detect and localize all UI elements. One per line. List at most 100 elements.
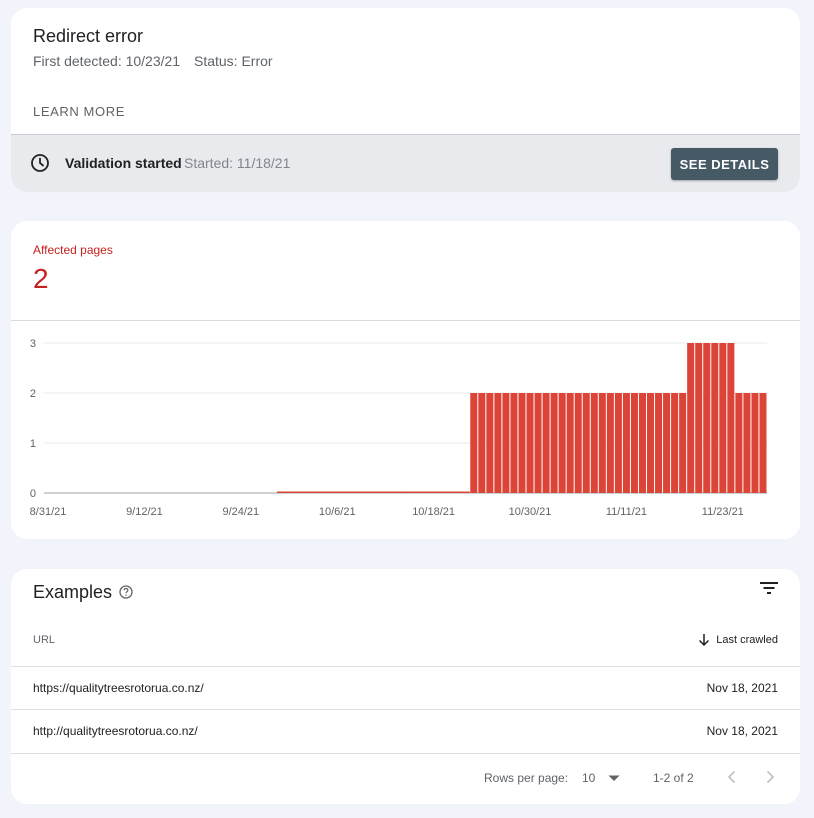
chart-bar — [293, 491, 302, 493]
table-row-url[interactable]: http://qualitytreesrotorua.co.nz/ — [33, 724, 198, 738]
chart-bar — [671, 393, 679, 493]
chart-bar — [341, 491, 350, 493]
table-row-date: Nov 18, 2021 — [706, 724, 778, 738]
chart-bar — [550, 393, 558, 493]
table-row-url[interactable]: https://qualitytreesrotorua.co.nz/ — [33, 681, 204, 695]
chart-bar — [598, 393, 606, 493]
chart-bar — [373, 491, 382, 493]
filter-icon[interactable] — [759, 580, 779, 596]
chart-bar — [743, 393, 751, 493]
affected-pages-card: Affected pages 2 0 1 2 3 8/31/21 9/12/21 9/24/… — [11, 221, 800, 539]
x-tick-label: 10/6/21 — [319, 506, 356, 518]
chart-bar — [759, 393, 767, 493]
chart-bar — [413, 491, 422, 493]
sort-arrow-down-icon[interactable] — [698, 633, 710, 647]
y-tick-label: 1 — [30, 438, 36, 450]
chart-bar — [534, 393, 542, 493]
column-header-last-crawled[interactable]: Last crawled — [716, 634, 778, 646]
chart-bar — [727, 343, 735, 493]
rows-per-page-select[interactable]: 10 — [582, 771, 595, 785]
chart-bar — [381, 491, 390, 493]
chart-bar — [622, 393, 630, 493]
validation-started-date: Started: 11/18/21 — [184, 155, 291, 171]
x-tick-label: 11/11/21 — [606, 506, 647, 518]
chart-bar — [638, 393, 646, 493]
chart-bar — [453, 491, 462, 493]
chart-bar — [325, 491, 334, 493]
chart-bar — [470, 393, 478, 493]
chart-bar — [437, 491, 446, 493]
chart-bar — [606, 393, 614, 493]
dropdown-arrow-icon[interactable] — [608, 775, 620, 782]
pagination-range: 1-2 of 2 — [653, 771, 694, 785]
column-header-url[interactable]: URL — [33, 634, 55, 646]
chart-bar — [317, 491, 326, 493]
examples-card: Examples URL Last crawled https://qualit… — [11, 569, 800, 804]
validation-title: Validation started — [65, 155, 182, 171]
rows-per-page-label: Rows per page: — [484, 771, 569, 785]
divider — [11, 753, 800, 754]
chart-bar — [365, 491, 374, 493]
chart-bar — [735, 393, 743, 493]
issue-card: Redirect error First detected: 10/23/21 … — [11, 8, 800, 192]
affected-pages-label: Affected pages — [33, 243, 113, 257]
first-detected: First detected: 10/23/21 — [33, 53, 181, 69]
chart-bar — [349, 491, 358, 493]
chart-bar — [582, 393, 590, 493]
previous-page-icon[interactable] — [725, 769, 739, 785]
chart-bar — [558, 393, 566, 493]
x-tick-label: 8/31/21 — [30, 506, 67, 518]
issue-status: Status: Error — [193, 53, 273, 69]
see-details-button[interactable]: SEE DETAILS — [671, 148, 778, 180]
x-tick-label: 10/30/21 — [509, 506, 552, 518]
x-tick-label: 11/23/21 — [702, 506, 744, 518]
chart-bar — [647, 393, 655, 493]
chart-bar — [301, 491, 310, 493]
learn-more-link[interactable]: LEARN MORE — [33, 104, 125, 119]
x-tick-label: 9/12/21 — [126, 506, 163, 518]
issue-meta: First detected: 10/23/21 Status: Error — [33, 53, 273, 69]
chart-bar — [663, 393, 671, 493]
divider — [11, 666, 800, 667]
chart-bar — [510, 393, 518, 493]
chart-bar — [630, 393, 638, 493]
chart-bar — [695, 343, 703, 493]
next-page-icon[interactable] — [763, 769, 777, 785]
chart-bar — [719, 343, 727, 493]
chart-bar — [574, 393, 582, 493]
chart-bar — [397, 491, 406, 493]
clock-icon — [31, 154, 49, 172]
chart-bar — [478, 393, 486, 493]
chart-bar — [421, 491, 430, 493]
chart-bar — [590, 393, 598, 493]
affected-pages-count: 2 — [33, 263, 49, 294]
x-tick-label: 10/18/21 — [412, 506, 455, 518]
divider — [11, 709, 800, 710]
x-tick-label: 9/24/21 — [222, 506, 259, 518]
chart-bar — [526, 393, 534, 493]
chart-bar — [494, 393, 502, 493]
y-tick-label: 3 — [30, 338, 36, 350]
chart-bar — [614, 393, 622, 493]
chart-bar — [285, 491, 294, 493]
chart-bar — [711, 343, 719, 493]
chart-bar — [542, 393, 550, 493]
y-tick-label: 0 — [30, 488, 36, 500]
chart-bar — [751, 393, 759, 493]
issue-title: Redirect error — [33, 26, 144, 46]
chart-bar — [405, 491, 414, 493]
help-icon[interactable] — [119, 585, 133, 599]
chart-bar — [655, 393, 663, 493]
chart-bar — [389, 491, 398, 493]
table-row-date: Nov 18, 2021 — [706, 681, 778, 695]
chart-bar — [333, 491, 342, 493]
chart-bar — [461, 491, 470, 493]
chart-bar — [445, 491, 454, 493]
chart-bar — [429, 491, 438, 493]
chart-bar — [309, 491, 318, 493]
chart-bar — [357, 491, 366, 493]
chart-bar — [502, 393, 510, 493]
chart-bar — [566, 393, 574, 493]
chart-bar — [703, 343, 711, 493]
validation-bar: Validation started Started: 11/18/21 SEE… — [11, 134, 800, 192]
